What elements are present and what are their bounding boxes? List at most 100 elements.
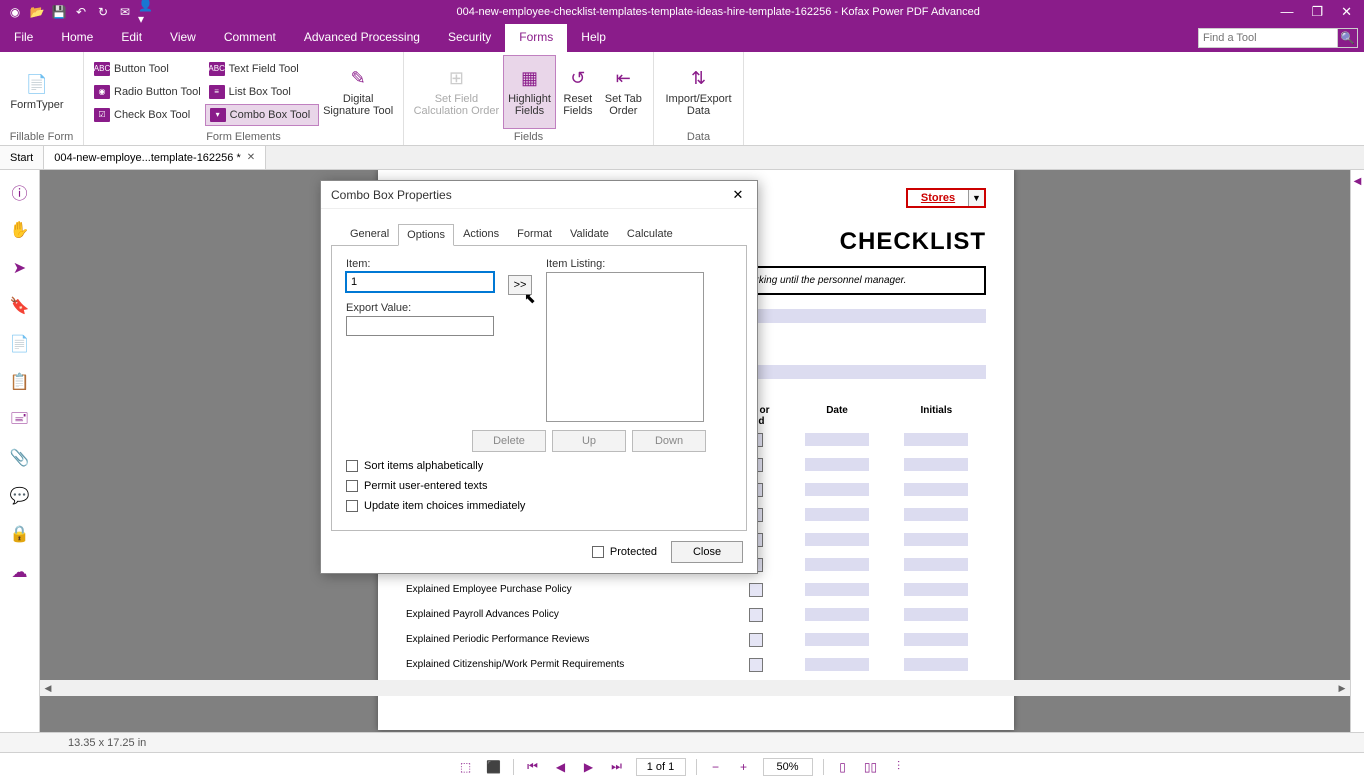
item-listing[interactable] bbox=[546, 272, 704, 422]
close-button[interactable]: ✕ bbox=[1341, 4, 1352, 20]
zoom-out-icon[interactable]: − bbox=[707, 758, 725, 776]
text-tool[interactable]: ABCText Field Tool bbox=[205, 58, 320, 80]
formtyper-button[interactable]: 📄FormTyper bbox=[6, 55, 68, 129]
sort-checkbox[interactable]: Sort items alphabetically bbox=[346, 460, 732, 472]
zoom-input[interactable] bbox=[763, 758, 813, 776]
first-page-icon[interactable]: ⏮ bbox=[524, 758, 542, 776]
checkbox[interactable] bbox=[749, 633, 763, 647]
cloud-icon[interactable]: ☁ bbox=[8, 560, 32, 584]
tab-button[interactable]: ⇤Set Tab Order bbox=[600, 55, 647, 129]
form-field[interactable] bbox=[904, 608, 968, 621]
tab-general[interactable]: General bbox=[341, 223, 398, 245]
form-field[interactable] bbox=[805, 483, 869, 496]
delete-button[interactable]: Delete bbox=[472, 430, 546, 452]
highlight-button[interactable]: ▦Highlight Fields bbox=[503, 55, 556, 129]
tab-start[interactable]: Start bbox=[0, 146, 44, 169]
signature-tool[interactable]: ✎Digital Signature Tool bbox=[319, 55, 397, 129]
form-field[interactable] bbox=[805, 608, 869, 621]
hand-icon[interactable]: ✋ bbox=[8, 218, 32, 242]
dialog-titlebar[interactable]: Combo Box Properties ✕ bbox=[321, 181, 757, 209]
dialog-close-icon[interactable]: ✕ bbox=[729, 186, 747, 204]
form-field[interactable] bbox=[904, 583, 968, 596]
fit-width-icon[interactable]: ⬚ bbox=[457, 758, 475, 776]
form-field[interactable] bbox=[805, 558, 869, 571]
form-field[interactable] bbox=[805, 583, 869, 596]
form-field[interactable] bbox=[904, 533, 968, 546]
form-field[interactable] bbox=[805, 533, 869, 546]
menu-forms[interactable]: Forms bbox=[505, 24, 567, 52]
up-button[interactable]: Up bbox=[552, 430, 626, 452]
menu-file[interactable]: File bbox=[0, 24, 47, 52]
info-icon[interactable]: ⓘ bbox=[8, 180, 32, 204]
menu-security[interactable]: Security bbox=[434, 24, 505, 52]
import-button[interactable]: ⇅Import/Export Data bbox=[660, 55, 737, 129]
scroll-right-icon[interactable]: ▶ bbox=[1334, 680, 1350, 696]
reset-button[interactable]: ↺Reset Fields bbox=[556, 55, 599, 129]
form-field[interactable] bbox=[805, 458, 869, 471]
item-input[interactable] bbox=[346, 272, 494, 292]
form-field[interactable] bbox=[904, 558, 968, 571]
protected-checkbox[interactable]: Protected bbox=[592, 546, 657, 558]
check-tool[interactable]: ☑Check Box Tool bbox=[90, 104, 205, 126]
form-field[interactable] bbox=[805, 433, 869, 446]
button-tool[interactable]: ABCButton Tool bbox=[90, 58, 205, 80]
next-page-icon[interactable]: ▶ bbox=[580, 758, 598, 776]
bookmark-icon[interactable]: 🔖 bbox=[8, 294, 32, 318]
down-button[interactable]: Down bbox=[632, 430, 706, 452]
tab-format[interactable]: Format bbox=[508, 223, 561, 245]
minimize-button[interactable]: — bbox=[1280, 4, 1293, 20]
comment-icon[interactable]: 💬 bbox=[8, 484, 32, 508]
menu-edit[interactable]: Edit bbox=[107, 24, 156, 52]
tab-validate[interactable]: Validate bbox=[561, 223, 618, 245]
menu-help[interactable]: Help bbox=[567, 24, 620, 52]
open-icon[interactable]: 📂 bbox=[28, 3, 46, 21]
checkbox[interactable] bbox=[749, 583, 763, 597]
form-field[interactable] bbox=[904, 483, 968, 496]
menu-advanced[interactable]: Advanced Processing bbox=[290, 24, 434, 52]
undo-icon[interactable]: ↶ bbox=[72, 3, 90, 21]
menu-comment[interactable]: Comment bbox=[210, 24, 290, 52]
app-icon[interactable]: ◉ bbox=[6, 3, 24, 21]
fit-page-icon[interactable]: ⬛ bbox=[485, 758, 503, 776]
page-icon[interactable]: 📄 bbox=[8, 332, 32, 356]
checkbox[interactable] bbox=[749, 608, 763, 622]
last-page-icon[interactable]: ⏭ bbox=[608, 758, 626, 776]
tab-close-icon[interactable]: ✕ bbox=[247, 152, 255, 163]
stores-combo[interactable]: Stores ▼ bbox=[906, 188, 986, 208]
form-field[interactable] bbox=[805, 508, 869, 521]
checkbox[interactable] bbox=[749, 658, 763, 672]
tab-document[interactable]: 004-new-employe...template-162256 *✕ bbox=[44, 146, 266, 169]
attach-icon[interactable]: 📎 bbox=[8, 446, 32, 470]
page-input[interactable] bbox=[636, 758, 686, 776]
single-page-icon[interactable]: ▯ bbox=[834, 758, 852, 776]
form-field[interactable] bbox=[805, 658, 869, 671]
form-field[interactable] bbox=[904, 508, 968, 521]
form-icon[interactable]: 📋 bbox=[8, 370, 32, 394]
save-icon[interactable]: 💾 bbox=[50, 3, 68, 21]
menu-home[interactable]: Home bbox=[47, 24, 107, 52]
add-item-button[interactable]: >> bbox=[508, 275, 532, 295]
arrow-icon[interactable]: ➤ bbox=[8, 256, 32, 280]
horizontal-scrollbar[interactable]: ◀ ▶ bbox=[40, 680, 1350, 696]
form-field[interactable] bbox=[904, 458, 968, 471]
mail-icon[interactable]: ✉ bbox=[116, 3, 134, 21]
tab-calculate[interactable]: Calculate bbox=[618, 223, 682, 245]
find-input[interactable] bbox=[1198, 28, 1338, 48]
form-field[interactable] bbox=[805, 633, 869, 646]
form-field[interactable] bbox=[904, 633, 968, 646]
facing-icon[interactable]: ▯▯ bbox=[862, 758, 880, 776]
permit-checkbox[interactable]: Permit user-entered texts bbox=[346, 480, 732, 492]
radio-tool[interactable]: ◉Radio Button Tool bbox=[90, 81, 205, 103]
menu-view[interactable]: View bbox=[156, 24, 210, 52]
profile-icon[interactable]: 👤▾ bbox=[138, 3, 156, 21]
redo-icon[interactable]: ↻ bbox=[94, 3, 112, 21]
chevron-down-icon[interactable]: ▼ bbox=[968, 190, 984, 206]
form-field[interactable] bbox=[904, 433, 968, 446]
export-input[interactable] bbox=[346, 316, 494, 336]
tab-options[interactable]: Options bbox=[398, 224, 454, 246]
right-panel-collapse[interactable]: ◀ bbox=[1350, 170, 1364, 732]
combo-tool[interactable]: ▾Combo Box Tool bbox=[205, 104, 320, 126]
list-tool[interactable]: ≡List Box Tool bbox=[205, 81, 320, 103]
scroll-left-icon[interactable]: ◀ bbox=[40, 680, 56, 696]
stamp-icon[interactable]: 🖃 bbox=[8, 408, 32, 432]
